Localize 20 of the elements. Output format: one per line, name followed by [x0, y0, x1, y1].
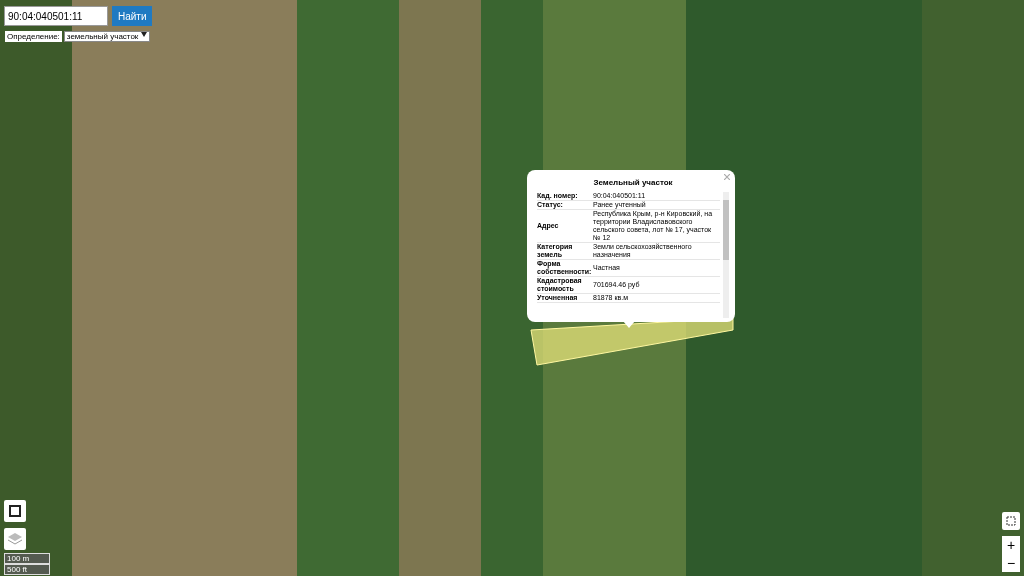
- definition-label: Определение:: [5, 31, 62, 42]
- layers-icon: [7, 532, 23, 546]
- fullscreen-button[interactable]: [1002, 512, 1020, 530]
- scale-label: 500 ft: [4, 564, 50, 575]
- find-button[interactable]: Найти: [112, 6, 152, 26]
- caret-icon: [140, 32, 147, 37]
- cadastral-number-field[interactable]: 90:04:040501:11: [4, 6, 108, 26]
- scrollbar[interactable]: [723, 192, 729, 318]
- close-icon[interactable]: [724, 174, 730, 180]
- square-select-button[interactable]: [4, 500, 26, 522]
- popup-pointer: [623, 321, 635, 328]
- popup-title: Земельный участок: [592, 178, 674, 187]
- satellite-map-photo[interactable]: [0, 0, 1024, 576]
- square-icon: [9, 505, 21, 517]
- scrollbar-thumb[interactable]: [723, 200, 729, 260]
- scale-label: 100 m: [4, 553, 50, 564]
- highlighted-parcel[interactable]: [530, 317, 734, 366]
- frame-icon: [1005, 515, 1017, 527]
- definition-select[interactable]: земельный участок: [63, 31, 150, 42]
- layers-button[interactable]: [4, 528, 26, 550]
